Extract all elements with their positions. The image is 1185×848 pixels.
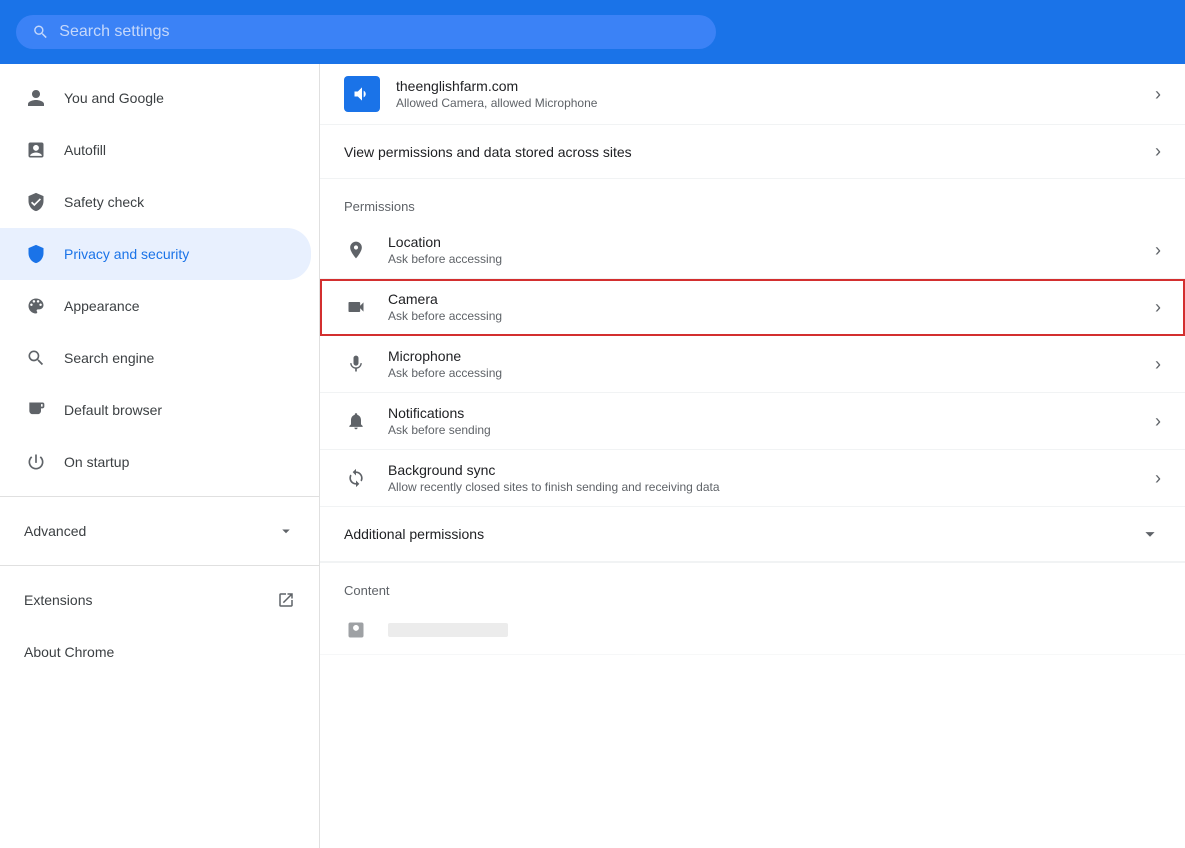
- sidebar-item-privacy-and-security[interactable]: Privacy and security: [0, 228, 311, 280]
- sidebar: You and Google Autofill Safety check Pri…: [0, 64, 320, 848]
- sidebar-item-search-engine[interactable]: Search engine: [0, 332, 311, 384]
- sidebar-label-advanced: Advanced: [24, 523, 261, 539]
- permission-name-notifications: Notifications: [388, 405, 1135, 421]
- sidebar-divider-2: [0, 565, 319, 566]
- permission-info-location: Location Ask before accessing: [388, 234, 1135, 266]
- permission-item-notifications[interactable]: Notifications Ask before sending ›: [320, 393, 1185, 450]
- chevron-down-icon: [277, 522, 295, 540]
- content-heading: Content: [320, 562, 1185, 606]
- sidebar-item-about-chrome[interactable]: About Chrome: [0, 626, 311, 678]
- search-icon: [24, 346, 48, 370]
- view-permissions-text: View permissions and data stored across …: [344, 144, 1139, 160]
- header: [0, 0, 1185, 64]
- microphone-icon: [344, 352, 368, 376]
- permission-item-location[interactable]: Location Ask before accessing ›: [320, 222, 1185, 279]
- sidebar-label-privacy-and-security: Privacy and security: [64, 246, 189, 262]
- permission-info-camera: Camera Ask before accessing: [388, 291, 1135, 323]
- permission-name-microphone: Microphone: [388, 348, 1135, 364]
- sidebar-label-autofill: Autofill: [64, 142, 106, 158]
- permission-desc-microphone: Ask before accessing: [388, 366, 1135, 380]
- sidebar-item-advanced[interactable]: Advanced: [0, 505, 319, 557]
- palette-icon: [24, 294, 48, 318]
- permission-desc-camera: Ask before accessing: [388, 309, 1135, 323]
- permission-info-notifications: Notifications Ask before sending: [388, 405, 1135, 437]
- sync-icon: [344, 466, 368, 490]
- search-bar[interactable]: [16, 15, 716, 49]
- view-permissions-row[interactable]: View permissions and data stored across …: [320, 125, 1185, 179]
- layout: You and Google Autofill Safety check Pri…: [0, 64, 1185, 848]
- permission-name-location: Location: [388, 234, 1135, 250]
- permission-info-content: [388, 623, 1161, 637]
- power-icon: [24, 450, 48, 474]
- site-favicon: [344, 76, 380, 112]
- person-icon: [24, 86, 48, 110]
- autofill-icon: [24, 138, 48, 162]
- sidebar-label-default-browser: Default browser: [64, 402, 162, 418]
- sidebar-item-appearance[interactable]: Appearance: [0, 280, 311, 332]
- permission-info-microphone: Microphone Ask before accessing: [388, 348, 1135, 380]
- sidebar-item-safety-check[interactable]: Safety check: [0, 176, 311, 228]
- site-sub: Allowed Camera, allowed Microphone: [396, 96, 1139, 110]
- chevron-right-icon-sync: ›: [1155, 468, 1161, 489]
- search-icon: [32, 23, 49, 41]
- site-info: theenglishfarm.com Allowed Camera, allow…: [396, 78, 1139, 110]
- sidebar-label-appearance: Appearance: [64, 298, 140, 314]
- additional-permissions-text: Additional permissions: [344, 526, 1139, 542]
- permissions-heading: Permissions: [320, 179, 1185, 222]
- permission-desc-background-sync: Allow recently closed sites to finish se…: [388, 480, 1135, 494]
- shield-check-icon: [24, 190, 48, 214]
- sidebar-divider: [0, 496, 319, 497]
- additional-permissions-row[interactable]: Additional permissions: [320, 507, 1185, 562]
- chevron-down-icon-additional: [1139, 523, 1161, 545]
- site-name: theenglishfarm.com: [396, 78, 1139, 94]
- camera-icon: [344, 295, 368, 319]
- sidebar-item-autofill[interactable]: Autofill: [0, 124, 311, 176]
- permission-name-camera: Camera: [388, 291, 1135, 307]
- permission-name-content: [388, 623, 508, 637]
- sidebar-item-default-browser[interactable]: Default browser: [0, 384, 311, 436]
- permission-item-background-sync[interactable]: Background sync Allow recently closed si…: [320, 450, 1185, 507]
- sidebar-label-search-engine: Search engine: [64, 350, 154, 366]
- search-input[interactable]: [59, 23, 700, 41]
- sidebar-label-on-startup: On startup: [64, 454, 129, 470]
- sidebar-item-extensions[interactable]: Extensions: [0, 574, 319, 626]
- sidebar-item-you-and-google[interactable]: You and Google: [0, 72, 311, 124]
- chevron-right-icon-notifications: ›: [1155, 411, 1161, 432]
- external-link-icon: [277, 591, 295, 609]
- chevron-right-icon-2: ›: [1155, 141, 1161, 162]
- site-item-theenglishfarm[interactable]: theenglishfarm.com Allowed Camera, allow…: [320, 64, 1185, 125]
- permission-desc-notifications: Ask before sending: [388, 423, 1135, 437]
- shield-icon: [24, 242, 48, 266]
- content-icon: [344, 618, 368, 642]
- sidebar-label-safety-check: Safety check: [64, 194, 144, 210]
- chevron-right-icon-camera: ›: [1155, 297, 1161, 318]
- sidebar-label-about-chrome: About Chrome: [24, 644, 114, 660]
- browser-icon: [24, 398, 48, 422]
- sidebar-label-you-and-google: You and Google: [64, 90, 164, 106]
- permission-desc-location: Ask before accessing: [388, 252, 1135, 266]
- permission-name-background-sync: Background sync: [388, 462, 1135, 478]
- content-partial-row[interactable]: [320, 606, 1185, 655]
- chevron-right-icon-microphone: ›: [1155, 354, 1161, 375]
- permission-item-microphone[interactable]: Microphone Ask before accessing ›: [320, 336, 1185, 393]
- location-icon: [344, 238, 368, 262]
- chevron-right-icon-location: ›: [1155, 240, 1161, 261]
- notifications-icon: [344, 409, 368, 433]
- sidebar-label-extensions: Extensions: [24, 592, 261, 608]
- permission-item-camera[interactable]: Camera Ask before accessing ›: [320, 279, 1185, 336]
- permission-info-background-sync: Background sync Allow recently closed si…: [388, 462, 1135, 494]
- main-content: theenglishfarm.com Allowed Camera, allow…: [320, 64, 1185, 848]
- sidebar-item-on-startup[interactable]: On startup: [0, 436, 311, 488]
- chevron-right-icon: ›: [1155, 84, 1161, 105]
